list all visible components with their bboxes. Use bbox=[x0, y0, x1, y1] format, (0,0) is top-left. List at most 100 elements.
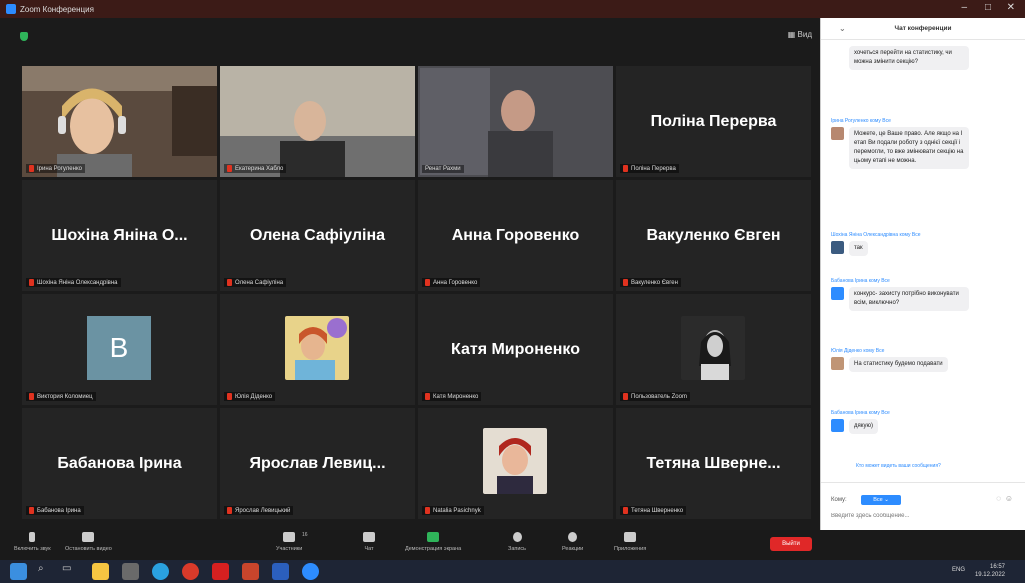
participant-video bbox=[22, 66, 217, 177]
participant-profile-photo bbox=[285, 316, 349, 380]
app-icon[interactable] bbox=[122, 563, 139, 580]
mic-muted-icon bbox=[29, 279, 34, 286]
chat-message: Ірина Рогуленко кому Все Можете, це Ваше… bbox=[831, 118, 1019, 169]
emoji-icon[interactable]: ☺ bbox=[1005, 494, 1013, 503]
message-text: На статистику будемо подавати bbox=[849, 357, 948, 372]
participant-profile-photo bbox=[681, 316, 745, 380]
participant-label: Виктория Коломиец bbox=[26, 392, 96, 401]
start-icon[interactable] bbox=[10, 563, 27, 580]
participant-name: Бабанова Ірина bbox=[57, 454, 182, 472]
unmute-button[interactable]: Включить звук bbox=[14, 532, 51, 552]
mic-muted-icon bbox=[227, 393, 232, 400]
window-title: Zoom Конференция bbox=[20, 4, 94, 14]
window-titlebar: Zoom Конференция – □ ✕ bbox=[0, 0, 1025, 18]
share-screen-button[interactable]: Демонстрация экрана bbox=[405, 532, 461, 552]
language-indicator[interactable]: ENG bbox=[952, 567, 965, 573]
zoom-icon[interactable] bbox=[302, 563, 319, 580]
clock[interactable]: 16:57 19.12.2022 bbox=[975, 563, 1005, 579]
participant-name: Поліна Перерва bbox=[650, 112, 777, 130]
apps-button[interactable]: Приложения bbox=[614, 532, 646, 552]
close-icon[interactable]: ✕ bbox=[1007, 2, 1015, 13]
reactions-button[interactable]: Реакции bbox=[562, 532, 583, 552]
participant-label: Екатерина Хабло bbox=[224, 164, 287, 173]
participant-profile-photo bbox=[483, 428, 547, 494]
share-screen-icon bbox=[427, 532, 440, 542]
mic-muted-icon bbox=[623, 393, 628, 400]
participant-tile[interactable]: Шохіна Яніна О... Шохіна Яніна Олександр… bbox=[22, 180, 217, 291]
chat-message-input[interactable] bbox=[831, 513, 1011, 519]
participant-tile[interactable]: Бабанова Ірина Бабанова Ірина bbox=[22, 408, 217, 519]
stop-video-button[interactable]: Остановить видео bbox=[65, 532, 112, 552]
collapse-chat-icon[interactable]: ⌄ bbox=[839, 24, 846, 33]
participant-label: Вакуленко Євген bbox=[620, 278, 681, 287]
view-button[interactable]: ▦ Вид bbox=[788, 30, 812, 39]
chat-header: ⌄ Чат конференции bbox=[821, 18, 1025, 40]
participant-tile[interactable]: Юлія Діденко bbox=[220, 294, 415, 405]
chat-panel: ⌄ Чат конференции хочеться перейти на ст… bbox=[820, 18, 1025, 530]
message-text: хочеться перейти на статистику, чи можна… bbox=[849, 46, 969, 70]
message-sender: Ірина Рогуленко кому Все bbox=[831, 118, 891, 124]
participant-name: Анна Горовенко bbox=[451, 226, 580, 244]
maximize-icon[interactable]: □ bbox=[985, 2, 991, 13]
record-button[interactable]: Запись bbox=[508, 532, 526, 552]
opera-icon[interactable] bbox=[182, 563, 199, 580]
participant-tile[interactable]: Анна Горовенко Анна Горовенко bbox=[418, 180, 613, 291]
mic-icon bbox=[29, 532, 36, 542]
mic-muted-icon bbox=[425, 279, 430, 286]
pdf-icon[interactable] bbox=[212, 563, 229, 580]
message-text: конкурс- захисту потрібно виконувати всі… bbox=[849, 287, 969, 311]
participants-button[interactable]: Участники bbox=[276, 532, 302, 552]
chat-message: Бабанова Ірина кому Все дякую) bbox=[831, 410, 1019, 434]
participant-label: Катя Мироненко bbox=[422, 392, 482, 401]
search-icon[interactable]: ⌕ bbox=[38, 563, 55, 580]
avatar bbox=[831, 287, 844, 300]
participant-tile[interactable]: Катя Мироненко Катя Мироненко bbox=[418, 294, 613, 405]
mic-muted-icon bbox=[29, 393, 34, 400]
participant-tile[interactable]: Олена Сафіуліна Олена Сафіуліна bbox=[220, 180, 415, 291]
apps-icon bbox=[624, 532, 637, 542]
chat-button[interactable]: Чат bbox=[363, 532, 375, 552]
windows-taskbar: ⌕ ▭ ENG 16:57 19.12.2022 bbox=[0, 560, 1025, 583]
task-view-icon[interactable]: ▭ bbox=[62, 563, 79, 580]
participant-video bbox=[418, 66, 613, 177]
participant-name: Ярослав Левиц... bbox=[249, 454, 386, 472]
participant-tile[interactable]: Тетяна Шверне... Тетяна Шверненко bbox=[616, 408, 811, 519]
chat-title: Чат конференции bbox=[894, 25, 952, 32]
participant-tile[interactable]: B Виктория Коломиец bbox=[22, 294, 217, 405]
participant-tile[interactable]: Поліна Перерва Поліна Перерва bbox=[616, 66, 811, 177]
leave-button[interactable]: Выйти bbox=[770, 537, 812, 551]
mic-muted-icon bbox=[623, 279, 628, 286]
minimize-icon[interactable]: – bbox=[961, 2, 967, 13]
participant-tile[interactable]: Natalia Pasichnyk bbox=[418, 408, 613, 519]
security-shield-icon[interactable] bbox=[20, 32, 28, 41]
participant-name: Олена Сафіуліна bbox=[249, 226, 386, 244]
powerpoint-icon[interactable] bbox=[242, 563, 259, 580]
zoom-logo-icon bbox=[6, 4, 16, 14]
participant-tile[interactable]: Вакуленко Євген Вакуленко Євген bbox=[616, 180, 811, 291]
participant-label: Тетяна Шверненко bbox=[620, 506, 687, 515]
participant-tile[interactable]: Ірина Рогуленко bbox=[22, 66, 217, 177]
participant-tile[interactable]: Ярослав Левиц... Ярослав Левицький bbox=[220, 408, 415, 519]
mic-muted-icon bbox=[29, 507, 34, 514]
message-sender: Бабанова Ірина кому Все bbox=[831, 278, 890, 284]
telegram-icon[interactable] bbox=[152, 563, 169, 580]
participant-tile[interactable]: Екатерина Хабло bbox=[220, 66, 415, 177]
participant-tile-active-speaker[interactable]: Ренат Рахми bbox=[418, 66, 613, 177]
message-text: Можете, це Ваше право. Але якщо на I ета… bbox=[849, 127, 969, 169]
file-icon[interactable]: ◌ bbox=[996, 494, 1001, 503]
reactions-icon bbox=[568, 532, 578, 542]
chat-icon bbox=[363, 532, 375, 542]
participant-label: Олена Сафіуліна bbox=[224, 278, 287, 287]
camera-icon bbox=[82, 532, 95, 542]
chat-input-area: Кому: Все ⌄ ◌ ☺ bbox=[821, 482, 1025, 530]
chat-message: Шохіна Яніна Олександрівна кому Все так bbox=[831, 232, 1019, 256]
participant-tile[interactable]: Пользователь Zoom bbox=[616, 294, 811, 405]
word-icon[interactable] bbox=[272, 563, 289, 580]
who-can-see-link[interactable]: Кто может видеть ваши сообщения? bbox=[856, 463, 941, 469]
avatar bbox=[831, 127, 844, 140]
avatar bbox=[831, 241, 844, 254]
chat-message: хочеться перейти на статистику, чи можна… bbox=[831, 46, 1019, 70]
participant-avatar: B bbox=[87, 316, 151, 380]
file-explorer-icon[interactable] bbox=[92, 563, 109, 580]
recipient-select[interactable]: Все ⌄ bbox=[861, 495, 901, 505]
